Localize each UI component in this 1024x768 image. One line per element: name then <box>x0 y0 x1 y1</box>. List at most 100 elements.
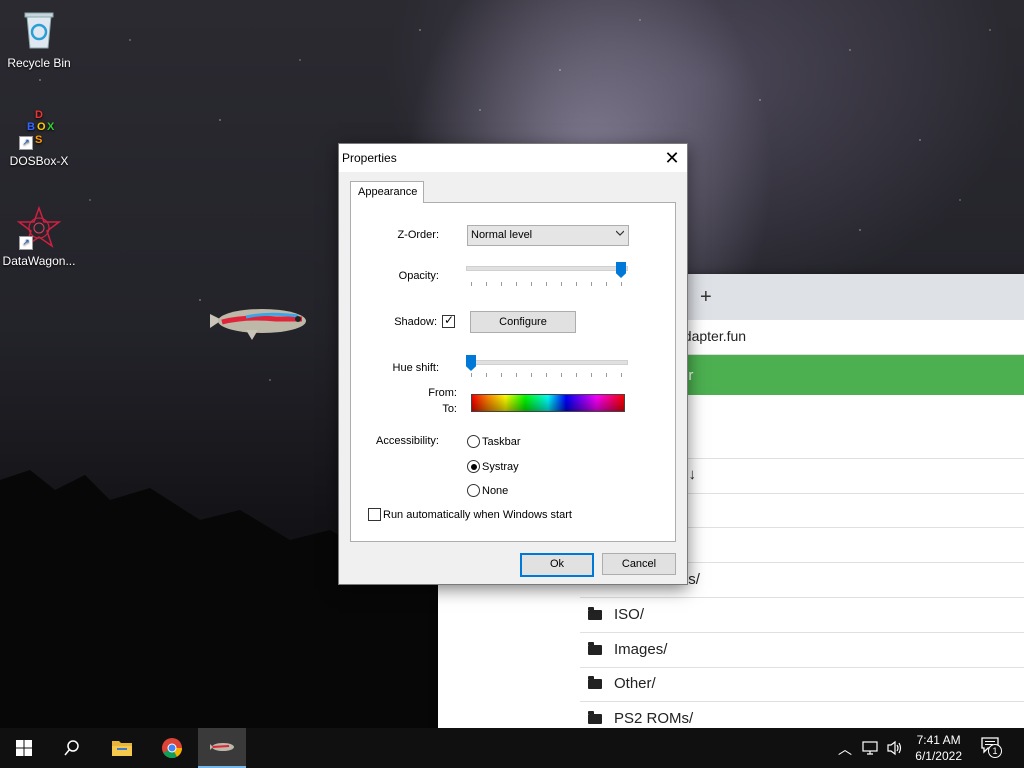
slider-tick <box>546 373 547 377</box>
table-row[interactable]: PS2 ROMs/ <box>580 702 1024 728</box>
shortcut-arrow-icon: ↗ <box>19 136 33 150</box>
slider-tick <box>516 373 517 377</box>
slider-tick <box>471 282 472 286</box>
clock-time: 7:41 AM <box>916 733 961 747</box>
folder-link[interactable]: PS2 ROMs/ <box>614 710 693 727</box>
opacity-label: Opacity: <box>398 270 439 282</box>
slider-tick <box>501 373 502 377</box>
tab-label: Appearance <box>358 186 418 198</box>
folder-icon <box>588 711 602 724</box>
z-order-select[interactable]: Normal level <box>467 225 629 246</box>
radio-none-label: None <box>482 485 509 497</box>
search-button[interactable] <box>48 728 96 768</box>
opacity-slider-track[interactable] <box>466 266 628 271</box>
new-tab-button[interactable]: + <box>700 286 712 309</box>
folder-link[interactable]: Images/ <box>614 641 667 658</box>
clock[interactable]: 7:41 AM 6/1/2022 <box>915 732 962 764</box>
folder-link[interactable]: Other/ <box>614 675 656 692</box>
slider-tick <box>606 282 607 286</box>
z-order-value: Normal level <box>471 229 533 241</box>
hue-shift-label: Hue shift: <box>392 362 439 374</box>
svg-text:X: X <box>47 121 55 133</box>
hue-from-label: From: <box>428 387 457 399</box>
file-explorer-icon <box>112 741 132 756</box>
table-row[interactable]: ISO/ <box>580 598 1024 633</box>
folder-icon <box>588 607 602 620</box>
hue-shift-slider-track[interactable] <box>466 360 628 365</box>
autorun-label: Run automatically when Windows start <box>383 509 572 521</box>
slider-tick <box>516 282 517 286</box>
folder-link[interactable]: ISO/ <box>614 606 644 623</box>
desktop-icon-label: Recycle Bin <box>7 56 71 70</box>
radio-taskbar[interactable] <box>467 435 480 448</box>
taskbar: ︿ 7:41 AM 6/1/2022 1 <box>0 728 1024 768</box>
slider-tick <box>576 373 577 377</box>
chevron-down-icon <box>616 230 624 236</box>
slider-tick <box>621 282 622 286</box>
slider-tick <box>531 282 532 286</box>
folder-icon <box>588 676 602 689</box>
windows-logo-icon <box>16 740 32 756</box>
slider-tick <box>501 282 502 286</box>
slider-tick <box>591 282 592 286</box>
ok-button[interactable]: Ok <box>520 553 594 577</box>
table-row[interactable]: Other/ <box>580 667 1024 702</box>
recycle-bin-icon <box>17 8 61 52</box>
shadow-checkbox[interactable]: ✓ <box>442 313 455 328</box>
radio-none[interactable] <box>467 484 480 497</box>
slider-tick <box>561 282 562 286</box>
cancel-button[interactable]: Cancel <box>602 553 676 575</box>
dosbox-icon: D B O X S ↗ <box>17 106 61 150</box>
radio-systray[interactable] <box>467 460 480 473</box>
checkmark-icon: ✓ <box>444 313 455 327</box>
slider-tick <box>621 373 622 377</box>
slider-tick <box>471 373 472 377</box>
close-icon[interactable]: ✕ <box>657 144 687 172</box>
autorun-checkbox[interactable] <box>368 508 381 521</box>
notification-badge: 1 <box>988 744 1002 758</box>
table-row[interactable]: Images/ <box>580 633 1024 668</box>
volume-icon[interactable] <box>886 740 904 756</box>
radio-taskbar-label: Taskbar <box>482 436 521 448</box>
desktop-icon-label: DataWagon... <box>2 254 76 268</box>
configure-button[interactable]: Configure <box>470 311 576 333</box>
network-icon[interactable] <box>862 740 880 756</box>
hue-to-label: To: <box>442 403 457 415</box>
datawagon-icon: ↗ <box>16 205 62 250</box>
svg-text:D: D <box>35 109 43 121</box>
taskbar-chrome[interactable] <box>148 728 196 768</box>
slider-tick <box>531 373 532 377</box>
start-button[interactable] <box>0 728 48 768</box>
clock-date: 6/1/2022 <box>915 749 962 763</box>
slider-tick <box>606 373 607 377</box>
slider-tick <box>576 282 577 286</box>
shortcut-arrow-icon: ↗ <box>19 236 33 250</box>
desktop-icon-dosbox[interactable]: D B O X S ↗ DOSBox-X <box>0 106 78 168</box>
svg-text:S: S <box>35 134 42 146</box>
desktop-icon-datawagon[interactable]: ↗ DataWagon... <box>0 205 78 268</box>
svg-text:B: B <box>27 121 35 133</box>
properties-dialog: Properties ✕ Appearance Z-Order: Normal … <box>338 143 688 585</box>
folder-icon <box>588 642 602 655</box>
tab-appearance[interactable]: Appearance <box>350 181 424 203</box>
search-icon <box>64 740 79 756</box>
slider-tick <box>561 373 562 377</box>
fish-icon <box>210 743 234 751</box>
accessibility-label: Accessibility: <box>376 435 439 447</box>
fish-icon[interactable] <box>206 300 316 342</box>
radio-systray-label: Systray <box>482 461 519 473</box>
dialog-titlebar[interactable]: Properties ✕ <box>339 144 687 172</box>
slider-tick <box>486 282 487 286</box>
notification-center-button[interactable]: 1 <box>980 736 1004 760</box>
slider-tick <box>546 282 547 286</box>
desktop-icon-recycle-bin[interactable]: Recycle Bin <box>0 8 78 70</box>
z-order-label: Z-Order: <box>397 229 439 241</box>
dialog-title: Properties <box>342 151 397 165</box>
svg-text:O: O <box>37 121 46 133</box>
taskbar-fish-app[interactable] <box>198 728 246 768</box>
shadow-label: Shadow: <box>394 316 437 328</box>
desktop-icon-label: DOSBox-X <box>9 154 69 168</box>
chrome-icon <box>162 738 183 759</box>
taskbar-file-explorer[interactable] <box>98 728 146 768</box>
chevron-up-icon[interactable]: ︿ <box>838 739 852 759</box>
